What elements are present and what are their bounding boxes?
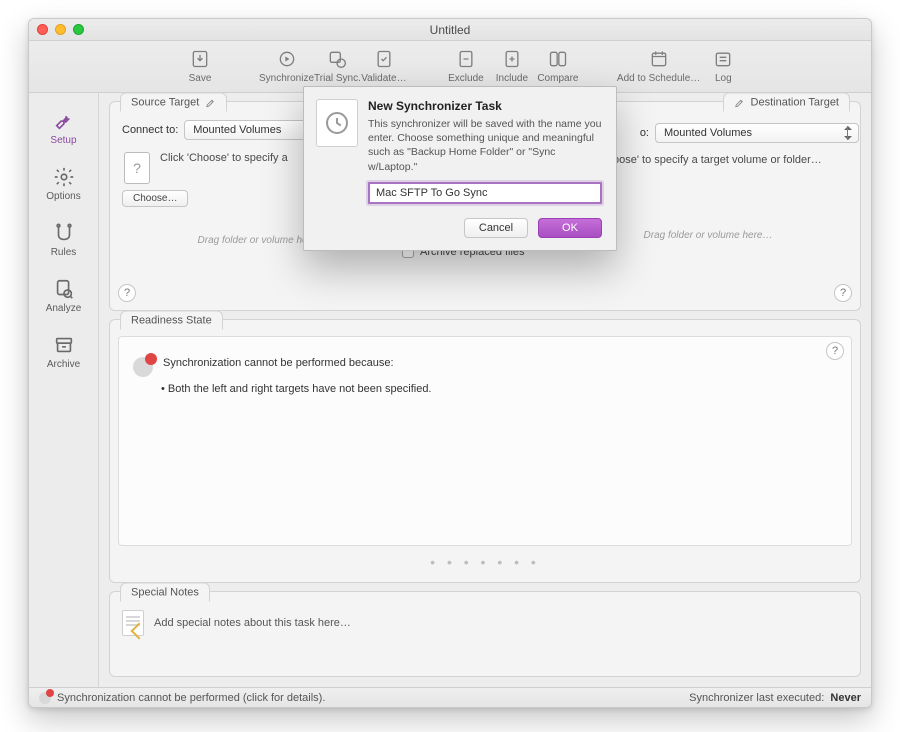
sync-icon [273,47,301,71]
special-notes-tab: Special Notes [120,583,210,602]
readiness-headline: Synchronization cannot be performed beca… [163,357,394,369]
dialog-description: This synchronizer will be saved with the… [368,117,602,174]
source-help-button[interactable]: ? [118,284,136,302]
readiness-detail: • Both the left and right targets have n… [161,383,837,395]
minimize-window-button[interactable] [55,24,66,35]
log-icon [709,47,737,71]
source-target-label: Source Target [131,97,199,109]
destination-connect-value: Mounted Volumes [664,127,752,139]
error-status-icon: ✕ [133,357,153,377]
readiness-help-button[interactable]: ? [826,342,844,360]
toolbar-validate[interactable]: Validate… [361,47,407,84]
trial-sync-icon [323,47,351,71]
status-right-value: Never [830,692,861,704]
calendar-icon [645,47,673,71]
zoom-window-button[interactable] [73,24,84,35]
clock-document-icon [316,99,358,147]
titlebar: Untitled [29,19,871,41]
sidebar-item-options[interactable]: Options [34,157,94,209]
window-title: Untitled [430,23,471,37]
pencil-icon [205,97,216,108]
compare-icon [544,47,572,71]
window-controls [37,24,84,35]
include-icon [498,47,526,71]
destination-connect-select[interactable]: Mounted Volumes [655,123,859,143]
special-notes-tab-label: Special Notes [131,587,199,599]
special-notes-panel: Special Notes Add special notes about th… [109,591,861,677]
source-choose-hint: Click 'Choose' to specify a [160,152,288,184]
special-notes-placeholder[interactable]: Add special notes about this task here… [154,617,351,629]
readiness-tab: Readiness State [120,311,223,330]
source-choose-button[interactable]: Choose… [122,190,188,207]
ok-button[interactable]: OK [538,218,602,238]
wrench-icon [52,109,76,133]
toolbar-compare[interactable]: Compare [535,47,581,84]
status-right-label: Synchronizer last executed: [689,692,824,704]
status-error-icon [39,692,51,704]
sidebar-item-rules[interactable]: Rules [34,213,94,265]
pencil-icon [734,97,745,108]
analyze-icon [52,277,76,301]
destination-connect-label-fragment: o: [629,127,649,139]
rules-icon [52,221,76,245]
toolbar-exclude[interactable]: Exclude [443,47,489,84]
notes-icon [122,610,144,636]
save-icon [186,47,214,71]
status-right: Synchronizer last executed: Never [689,692,861,704]
gear-icon [52,165,76,189]
resize-grip[interactable]: • • • • • • • [110,554,860,570]
close-window-button[interactable] [37,24,48,35]
exclude-icon [452,47,480,71]
task-name-input[interactable] [368,182,602,204]
readiness-body: ✕ Synchronization cannot be performed be… [118,336,852,546]
destination-help-button[interactable]: ? [834,284,852,302]
chevrons-icon [842,126,854,140]
sidebar-item-setup[interactable]: Setup [34,101,94,153]
destination-connect-row: o: Mounted Volumes [629,123,859,143]
status-left[interactable]: Synchronization cannot be performed (cli… [39,692,325,704]
new-task-dialog: New Synchronizer Task This synchronizer … [303,86,617,251]
status-bar: Synchronization cannot be performed (cli… [29,687,871,707]
readiness-tab-label: Readiness State [131,315,212,327]
source-target-tab[interactable]: Source Target [120,93,227,112]
validate-icon [370,47,398,71]
toolbar-add-schedule[interactable]: Add to Schedule… [617,47,700,84]
readiness-detail-text: Both the left and right targets have not… [168,383,432,395]
sidebar: Setup Options Rules Analyze [29,93,99,687]
destination-target-tab[interactable]: Destination Target [723,93,850,112]
toolbar-log[interactable]: Log [700,47,746,84]
readiness-panel: Readiness State ? ✕ Synchronization cann… [109,319,861,583]
toolbar-save[interactable]: Save [177,47,223,84]
unknown-doc-icon [124,152,150,184]
toolbar-synchronize[interactable]: Synchronize [259,47,314,84]
source-connect-label: Connect to: [122,124,178,136]
source-connect-value: Mounted Volumes [193,124,281,136]
sidebar-item-archive[interactable]: Archive [34,325,94,377]
status-left-text: Synchronization cannot be performed (cli… [57,692,325,704]
archive-icon [52,333,76,357]
destination-target-label: Destination Target [751,97,839,109]
cancel-button[interactable]: Cancel [464,218,528,238]
dialog-title: New Synchronizer Task [368,99,602,113]
toolbar-trial-sync[interactable]: Trial Sync. [314,47,361,84]
sidebar-item-analyze[interactable]: Analyze [34,269,94,321]
toolbar-include[interactable]: Include [489,47,535,84]
